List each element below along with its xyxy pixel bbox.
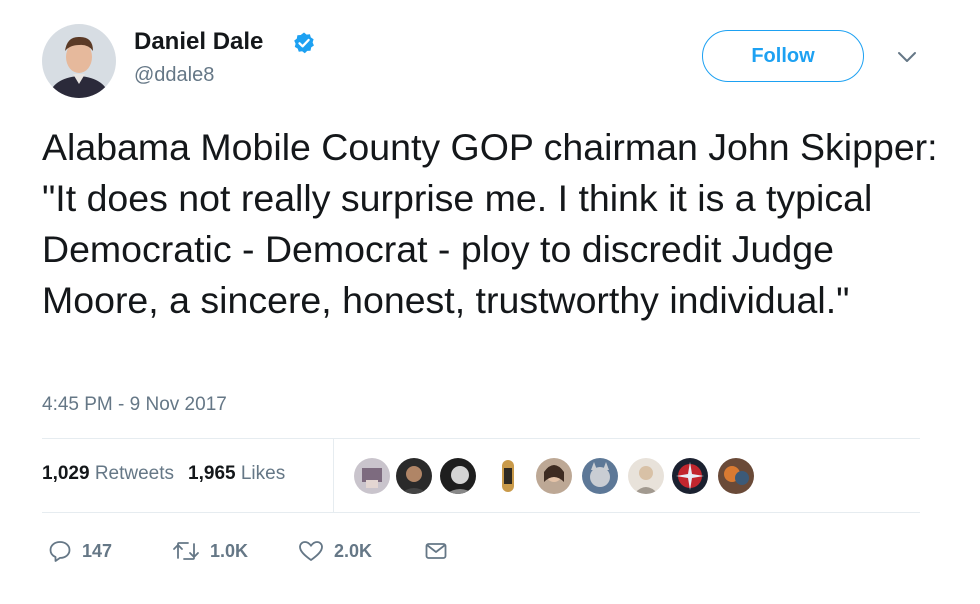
verified-badge-icon	[294, 32, 314, 54]
tweet-stats: 1,029 Retweets 1,965 Likes	[42, 463, 285, 485]
liker-avatar[interactable]	[670, 456, 710, 496]
retweet-icon	[173, 542, 199, 560]
direct-message-icon	[425, 543, 447, 559]
retweets-stat[interactable]: 1,029 Retweets	[42, 463, 174, 484]
author-name[interactable]: Daniel Dale	[134, 28, 263, 56]
liker-avatar[interactable]	[438, 456, 478, 496]
tweet-text: Alabama Mobile County GOP chairman John …	[42, 126, 938, 321]
direct-message-button[interactable]	[424, 536, 448, 566]
likes-stat[interactable]: 1,965 Likes	[188, 463, 285, 484]
like-count: 2.0K	[334, 540, 373, 561]
stats-separator	[333, 438, 334, 512]
retweet-button[interactable]: 1.0K	[172, 536, 248, 566]
reply-icon	[49, 541, 71, 562]
likes-label: Likes	[240, 463, 286, 484]
like-button[interactable]: 2.0K	[298, 536, 372, 566]
author-handle[interactable]: @ddale8	[134, 64, 214, 87]
liker-avatar[interactable]	[580, 456, 620, 496]
liker-avatar[interactable]	[394, 456, 434, 496]
divider-bottom	[42, 512, 920, 513]
follow-button[interactable]: Follow	[702, 30, 864, 82]
liker-avatar[interactable]	[626, 456, 666, 496]
reply-button[interactable]: 147	[48, 536, 112, 566]
divider-top	[42, 438, 920, 439]
tweet-timestamp[interactable]: 4:45 PM - 9 Nov 2017	[42, 394, 227, 416]
retweet-count: 1.0K	[210, 540, 249, 561]
liker-avatar[interactable]	[352, 456, 392, 496]
retweets-label: Retweets	[94, 463, 175, 484]
reply-count: 147	[82, 540, 113, 561]
liker-avatar[interactable]	[534, 456, 574, 496]
likes-count: 1,965	[188, 463, 236, 484]
author-avatar[interactable]	[42, 24, 116, 98]
chevron-down-icon[interactable]	[896, 50, 918, 64]
liker-avatar[interactable]	[488, 456, 528, 496]
retweets-count: 1,029	[42, 463, 90, 484]
liker-avatar[interactable]	[716, 456, 756, 496]
heart-icon	[299, 541, 323, 561]
